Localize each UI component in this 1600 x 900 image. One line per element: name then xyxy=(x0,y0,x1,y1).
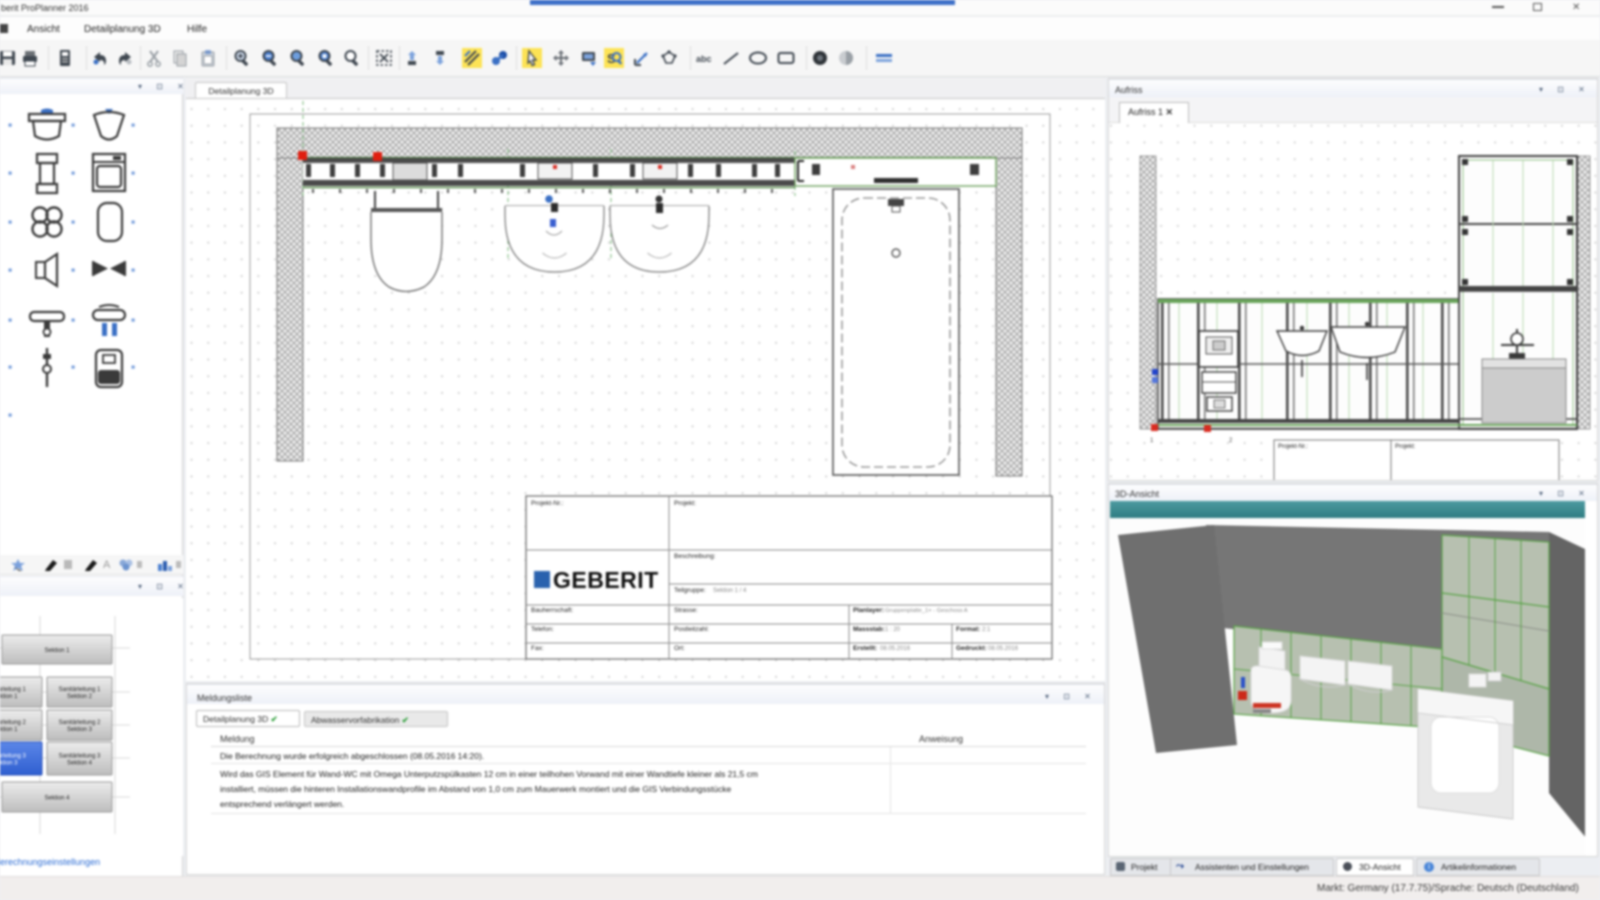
svg-text:Sanitärleitung 2: Sanitärleitung 2 xyxy=(59,720,101,726)
svg-text:2:1: 2:1 xyxy=(982,627,991,633)
svg-text:abc: abc xyxy=(696,54,712,64)
svg-text:08.05.2016: 08.05.2016 xyxy=(988,646,1019,652)
svg-text:Sanitärleitung 2: Sanitärleitung 2 xyxy=(0,720,27,726)
svg-text:Sektion 1 / 4: Sektion 1 / 4 xyxy=(713,588,747,594)
svg-text:Ort:: Ort: xyxy=(674,645,685,652)
svg-text:Gruppenplatte_1+ - Geschoss A: Gruppenplatte_1+ - Geschoss A xyxy=(885,608,968,614)
svg-text:Sanitärleitung 3: Sanitärleitung 3 xyxy=(59,754,101,760)
svg-text:Sektion 2: Sektion 2 xyxy=(67,694,93,700)
svg-text:Gedruckt:: Gedruckt: xyxy=(956,645,987,652)
svg-text:Erstellt:: Erstellt: xyxy=(853,645,877,652)
svg-text:A: A xyxy=(103,559,111,570)
svg-text:Sektion 1: Sektion 1 xyxy=(44,648,70,654)
svg-text:Format:: Format: xyxy=(956,626,980,633)
svg-text:Beschreibung:: Beschreibung: xyxy=(674,553,716,560)
svg-text:Teilgruppe:: Teilgruppe: xyxy=(674,587,706,594)
svg-text:Sanitärleitung 3: Sanitärleitung 3 xyxy=(0,754,27,760)
svg-text:Sektion 3: Sektion 3 xyxy=(0,761,18,767)
svg-text:08.05.2016: 08.05.2016 xyxy=(880,646,911,652)
svg-text:Strasse:: Strasse: xyxy=(674,607,698,614)
svg-text:Telefon:: Telefon: xyxy=(531,626,554,633)
svg-text:GEBERIT: GEBERIT xyxy=(553,567,659,593)
svg-text:Projekt:: Projekt: xyxy=(674,500,696,507)
svg-text:Massstab:: Massstab: xyxy=(853,626,885,633)
svg-text:1 : 20: 1 : 20 xyxy=(885,627,901,633)
svg-text:Sektion 1: Sektion 1 xyxy=(0,694,18,700)
svg-text:Sektion 4: Sektion 4 xyxy=(67,761,93,767)
svg-text:Postleitzahl:: Postleitzahl: xyxy=(674,626,709,633)
svg-text:Sektion 1: Sektion 1 xyxy=(0,727,18,733)
svg-text:Bauherrschaft:: Bauherrschaft: xyxy=(531,607,573,614)
svg-text:Fax:: Fax: xyxy=(531,645,544,652)
svg-text:Sektion 4: Sektion 4 xyxy=(44,796,70,802)
svg-text:Sektion 3: Sektion 3 xyxy=(67,727,93,733)
svg-text:Planlayer:: Planlayer: xyxy=(853,607,884,614)
svg-text:Projekt-Nr.:: Projekt-Nr.: xyxy=(531,500,564,507)
svg-text:Sanitärleitung 1: Sanitärleitung 1 xyxy=(59,687,101,693)
svg-text:Projekt-Nr.:: Projekt-Nr.: xyxy=(1278,444,1308,450)
svg-text:Projekt:: Projekt: xyxy=(1395,444,1416,450)
svg-text:Sanitärleitung 1: Sanitärleitung 1 xyxy=(0,687,27,693)
